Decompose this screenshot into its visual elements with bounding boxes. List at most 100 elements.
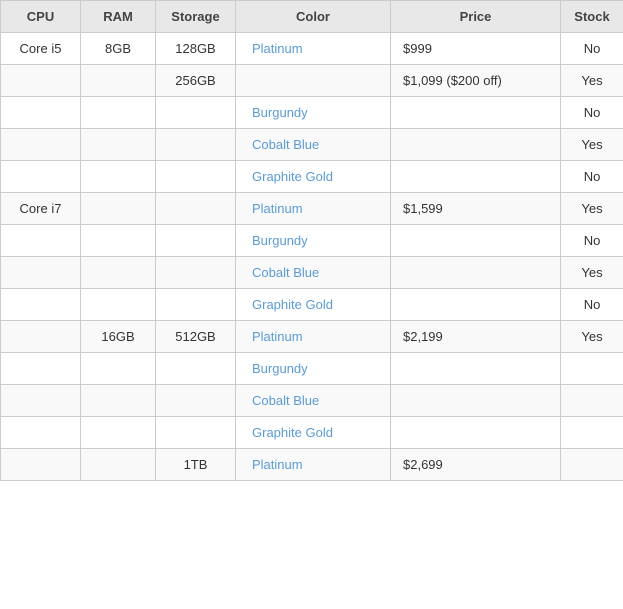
cell-cpu — [1, 449, 81, 481]
cell-price: $1,599 — [391, 193, 561, 225]
cell-color: Burgundy — [236, 225, 391, 257]
cell-color: Graphite Gold — [236, 417, 391, 449]
cell-cpu — [1, 129, 81, 161]
cell-color: Platinum — [236, 321, 391, 353]
cell-cpu: Core i7 — [1, 193, 81, 225]
cell-price — [391, 161, 561, 193]
cell-stock: Yes — [561, 65, 623, 97]
header-ram: RAM — [81, 1, 156, 33]
cell-ram — [81, 97, 156, 129]
cell-ram — [81, 193, 156, 225]
cell-ram — [81, 353, 156, 385]
product-table: CPU RAM Storage Color Price Stock Core i… — [0, 0, 623, 481]
header-cpu: CPU — [1, 1, 81, 33]
cell-color: Cobalt Blue — [236, 129, 391, 161]
cell-ram — [81, 449, 156, 481]
cell-price — [391, 417, 561, 449]
cell-price — [391, 129, 561, 161]
cell-ram — [81, 161, 156, 193]
cell-stock: Yes — [561, 129, 623, 161]
cell-price — [391, 289, 561, 321]
table-row: Cobalt Blue Yes — [1, 257, 623, 289]
cell-ram — [81, 65, 156, 97]
cell-price — [391, 257, 561, 289]
cell-cpu: Core i5 — [1, 33, 81, 65]
cell-stock — [561, 417, 623, 449]
cell-storage — [156, 289, 236, 321]
cell-price: $999 — [391, 33, 561, 65]
cell-color: Graphite Gold — [236, 289, 391, 321]
cell-cpu — [1, 257, 81, 289]
table-row: Graphite Gold No — [1, 289, 623, 321]
table-row: 1TBPlatinum$2,699 — [1, 449, 623, 481]
cell-stock — [561, 449, 623, 481]
cell-storage — [156, 161, 236, 193]
cell-stock: No — [561, 97, 623, 129]
cell-ram — [81, 289, 156, 321]
cell-price: $2,199 — [391, 321, 561, 353]
cell-stock: Yes — [561, 193, 623, 225]
table-row: 256GB $1,099 ($200 off)Yes — [1, 65, 623, 97]
cell-color: Burgundy — [236, 97, 391, 129]
cell-storage — [156, 97, 236, 129]
table-row: Burgundy No — [1, 225, 623, 257]
cell-storage: 1TB — [156, 449, 236, 481]
table-row: Cobalt Blue Yes — [1, 129, 623, 161]
table-row: Graphite Gold — [1, 417, 623, 449]
cell-storage — [156, 353, 236, 385]
cell-color: Platinum — [236, 449, 391, 481]
table-row: Core i58GB128GBPlatinum$999No — [1, 33, 623, 65]
cell-color: Cobalt Blue — [236, 385, 391, 417]
cell-storage: 512GB — [156, 321, 236, 353]
cell-storage — [156, 193, 236, 225]
cell-stock — [561, 353, 623, 385]
cell-cpu — [1, 97, 81, 129]
cell-color: Cobalt Blue — [236, 257, 391, 289]
header-color: Color — [236, 1, 391, 33]
header-stock: Stock — [561, 1, 623, 33]
table-row: Cobalt Blue — [1, 385, 623, 417]
table-row: Burgundy No — [1, 97, 623, 129]
cell-color: Burgundy — [236, 353, 391, 385]
cell-stock: No — [561, 225, 623, 257]
cell-storage — [156, 257, 236, 289]
cell-color: Platinum — [236, 193, 391, 225]
cell-stock: Yes — [561, 321, 623, 353]
cell-cpu — [1, 225, 81, 257]
cell-price: $1,099 ($200 off) — [391, 65, 561, 97]
cell-ram: 8GB — [81, 33, 156, 65]
cell-color: Platinum — [236, 33, 391, 65]
table-row: 16GB512GBPlatinum$2,199Yes — [1, 321, 623, 353]
header-storage: Storage — [156, 1, 236, 33]
cell-cpu — [1, 321, 81, 353]
cell-storage — [156, 417, 236, 449]
cell-stock: Yes — [561, 257, 623, 289]
table-row: Core i7 Platinum$1,599Yes — [1, 193, 623, 225]
header-price: Price — [391, 1, 561, 33]
cell-stock: No — [561, 161, 623, 193]
cell-cpu — [1, 65, 81, 97]
cell-cpu — [1, 353, 81, 385]
cell-price — [391, 97, 561, 129]
cell-ram: 16GB — [81, 321, 156, 353]
cell-price — [391, 385, 561, 417]
cell-price — [391, 353, 561, 385]
cell-storage — [156, 225, 236, 257]
cell-storage — [156, 129, 236, 161]
cell-storage: 128GB — [156, 33, 236, 65]
cell-ram — [81, 417, 156, 449]
cell-price: $2,699 — [391, 449, 561, 481]
cell-cpu — [1, 385, 81, 417]
cell-storage: 256GB — [156, 65, 236, 97]
cell-color — [236, 65, 391, 97]
cell-cpu — [1, 417, 81, 449]
cell-color: Graphite Gold — [236, 161, 391, 193]
cell-stock: No — [561, 33, 623, 65]
cell-cpu — [1, 161, 81, 193]
cell-cpu — [1, 289, 81, 321]
cell-stock: No — [561, 289, 623, 321]
cell-price — [391, 225, 561, 257]
cell-ram — [81, 129, 156, 161]
cell-stock — [561, 385, 623, 417]
cell-ram — [81, 257, 156, 289]
